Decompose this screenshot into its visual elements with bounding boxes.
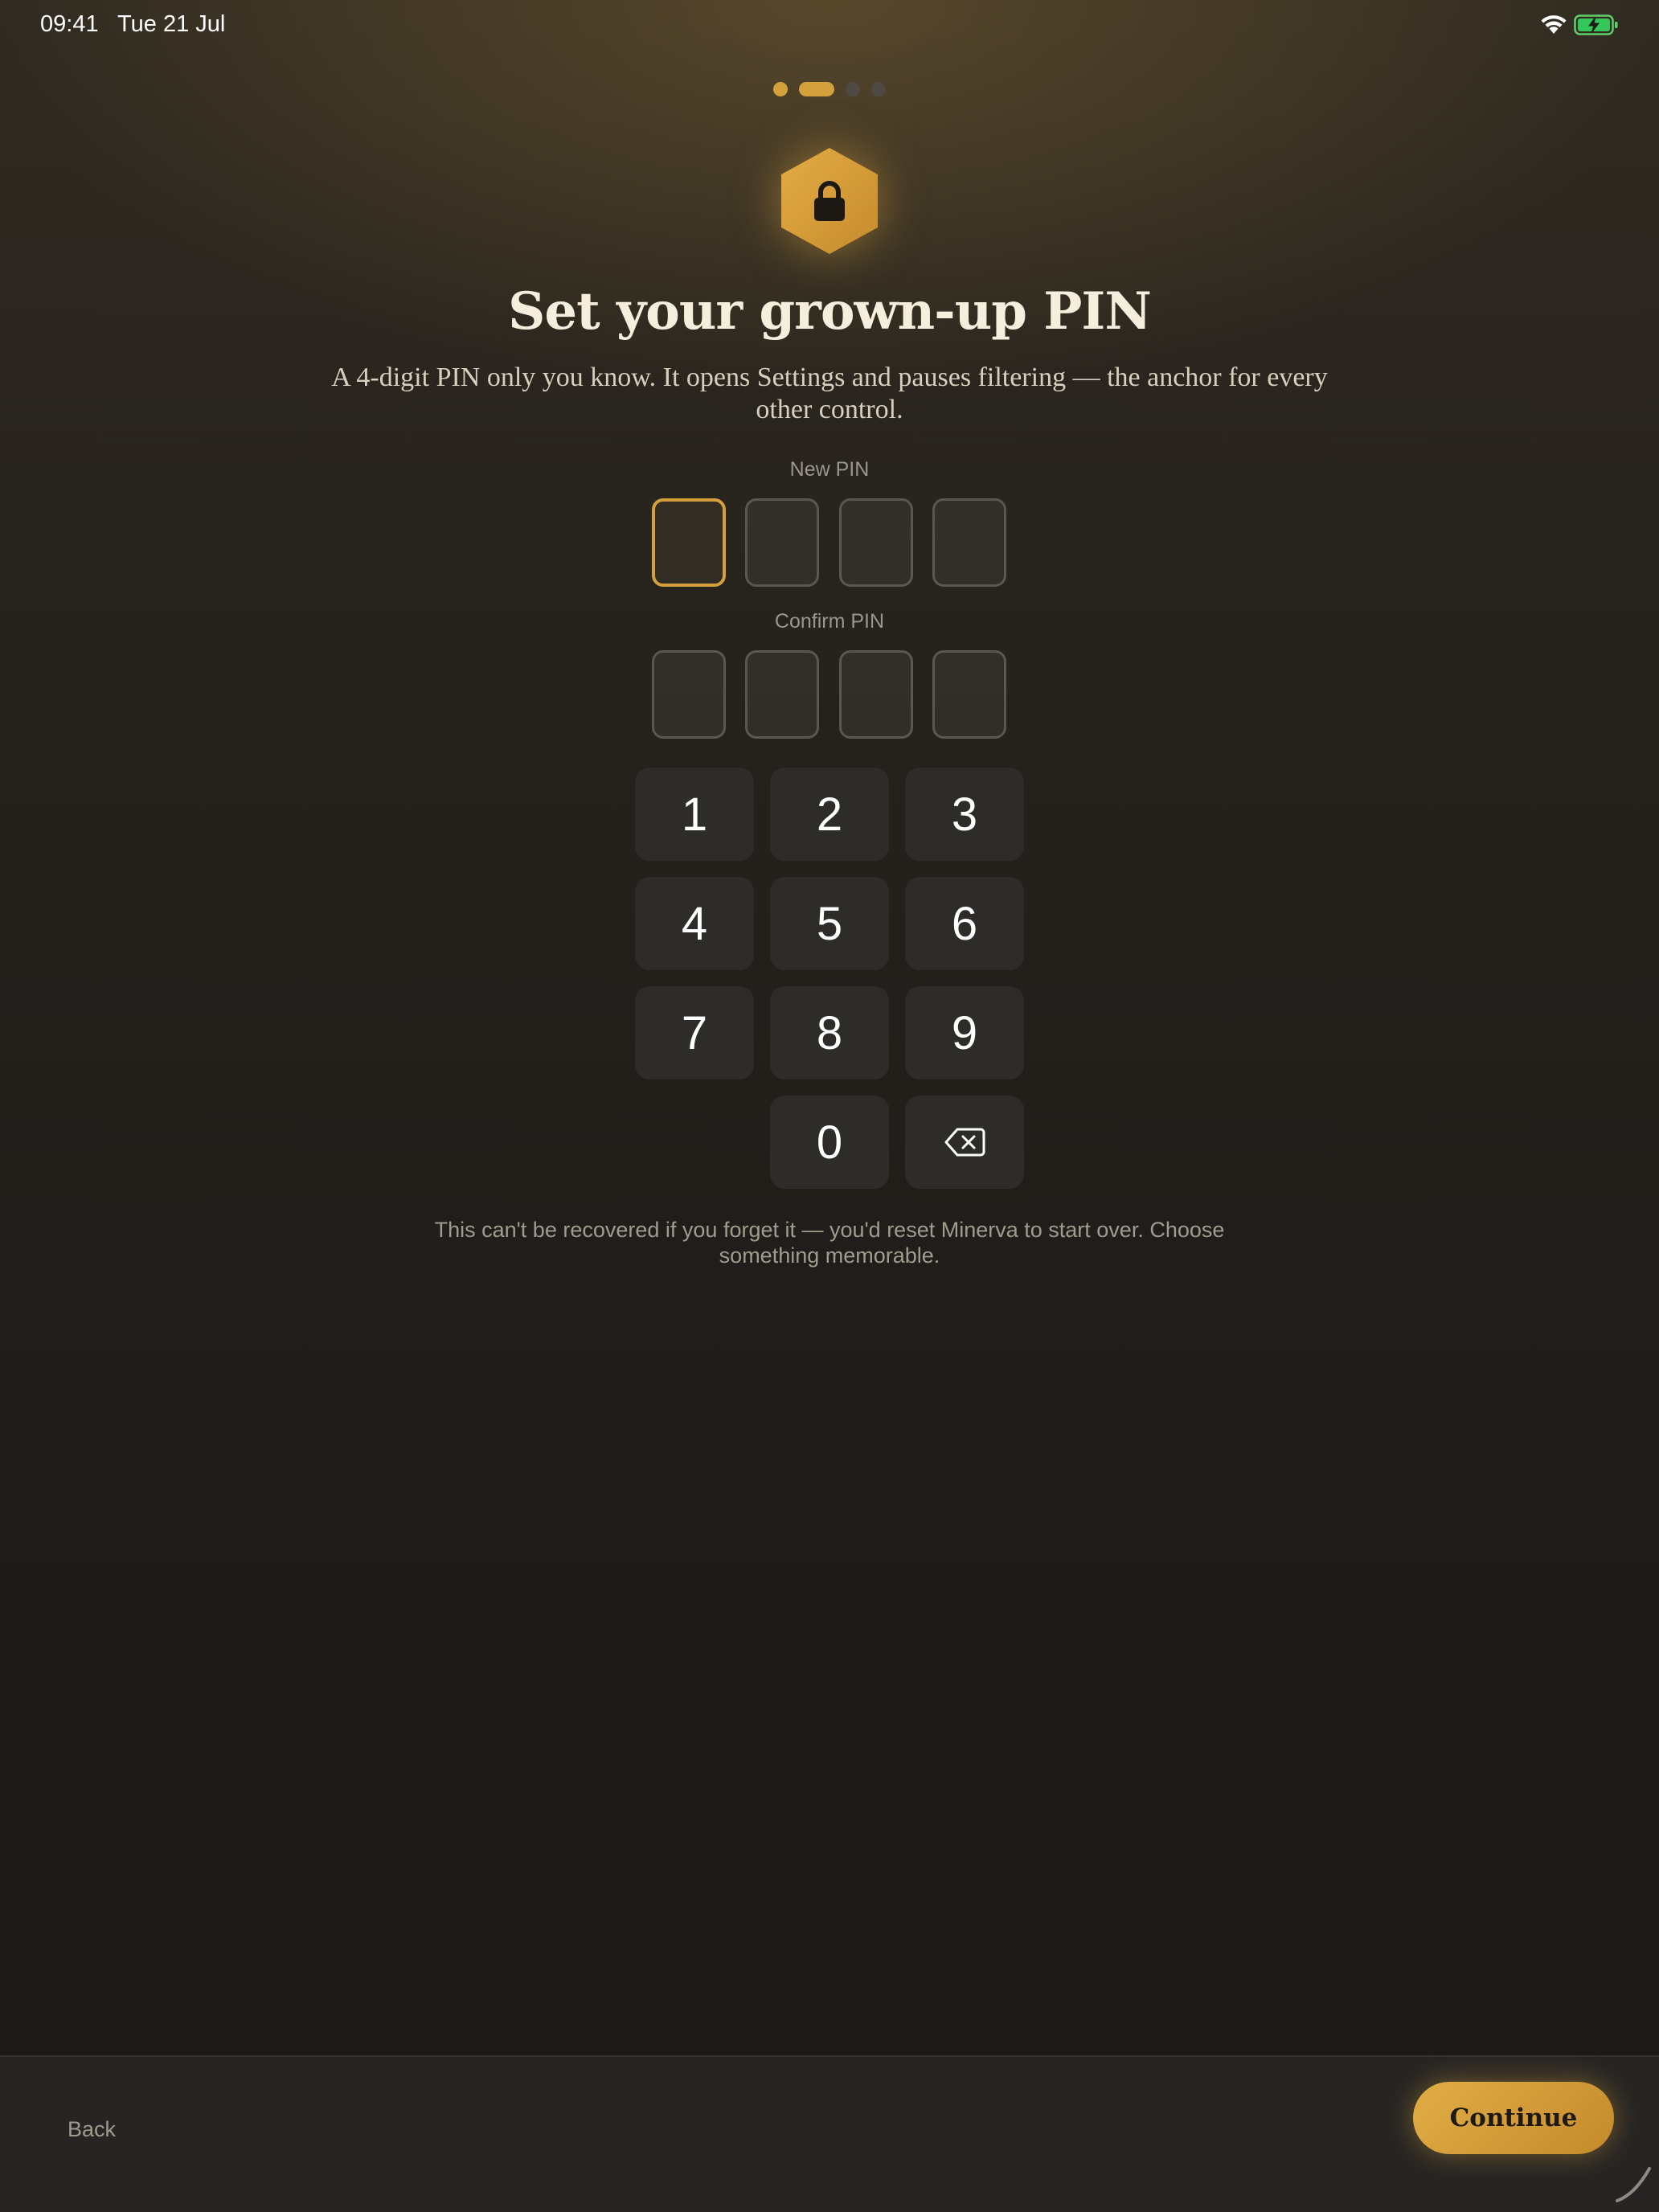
confirm-pin-digit-4[interactable] [932,650,1006,739]
confirm-pin-digit-2[interactable] [745,650,819,739]
recovery-warning: This can't be recovered if you forget it… [434,1218,1225,1268]
new-pin-label: New PIN [789,458,870,481]
battery-charging-icon [1574,14,1618,35]
home-indicator [1616,2167,1651,2202]
confirm-pin-label: Confirm PIN [774,610,885,633]
key-4[interactable]: 4 [635,877,754,970]
key-0[interactable]: 0 [770,1096,889,1189]
status-bar: 09:41 Tue 21 Jul [0,0,1659,51]
confirm-pin-digit-3[interactable] [839,650,913,739]
step-dot-3 [846,82,860,96]
numeric-keypad: 1 2 3 4 5 6 7 8 9 0 [635,768,1024,1189]
new-pin-digit-3[interactable] [839,498,913,587]
status-time: 09:41 [40,11,99,37]
confirm-pin-field[interactable] [652,650,1007,742]
step-dot-2-current [799,82,834,96]
key-8[interactable]: 8 [770,986,889,1079]
key-2[interactable]: 2 [770,768,889,861]
status-date: Tue 21 Jul [117,11,226,37]
confirm-pin-digit-1[interactable] [652,650,726,739]
page-title: Set your grown-up PIN [508,281,1152,342]
wifi-icon [1541,15,1567,34]
new-pin-digit-1[interactable] [652,498,726,587]
lock-icon [781,148,878,254]
new-pin-digit-2[interactable] [745,498,819,587]
new-pin-field[interactable] [652,498,1007,590]
step-indicator [0,81,1659,97]
key-5[interactable]: 5 [770,877,889,970]
delete-key[interactable] [905,1096,1024,1189]
key-3[interactable]: 3 [905,768,1024,861]
page-subtitle: A 4-digit PIN only you know. It opens Se… [331,363,1328,424]
back-button[interactable]: Back [68,2117,116,2142]
new-pin-digit-4[interactable] [932,498,1006,587]
step-dot-1 [773,82,788,96]
key-7[interactable]: 7 [635,986,754,1079]
key-9[interactable]: 9 [905,986,1024,1079]
footer-bar: Back Continue [0,2055,1659,2212]
backspace-icon [944,1128,985,1157]
key-6[interactable]: 6 [905,877,1024,970]
continue-button[interactable]: Continue [1413,2082,1614,2154]
step-dot-4 [871,82,886,96]
key-1[interactable]: 1 [635,768,754,861]
